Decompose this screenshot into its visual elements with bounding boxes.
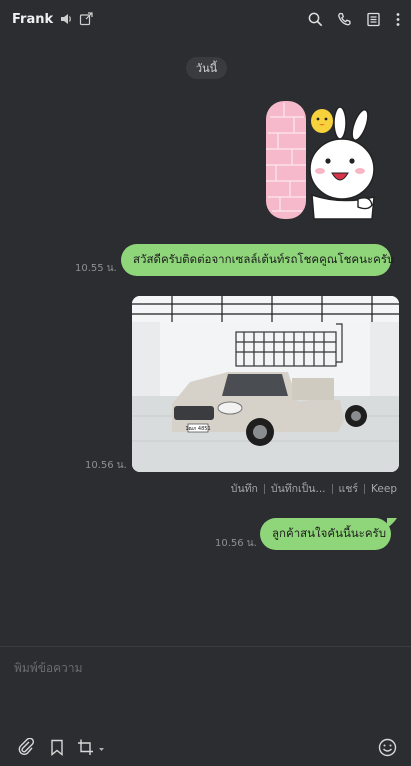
chat-title[interactable]: Frank: [12, 12, 53, 27]
outgoing-message[interactable]: ลูกค้าสนใจคันนี้นะครับ: [260, 518, 391, 550]
notes-icon[interactable]: [366, 12, 381, 27]
search-icon[interactable]: [308, 12, 323, 27]
crop-icon[interactable]: [76, 737, 108, 757]
cony-sticker[interactable]: [264, 99, 376, 223]
bookmark-icon[interactable]: [47, 737, 67, 757]
truck-photo[interactable]: 1ฒภ 4851: [132, 296, 399, 472]
attach-icon[interactable]: [16, 737, 36, 757]
bubble-tail: [387, 518, 397, 528]
image-actions: บันทึก บันทึกเป็น... แชร์ Keep: [231, 480, 397, 497]
save-as-button[interactable]: บันทึกเป็น...: [271, 480, 326, 497]
license-plate: 1ฒภ 4851: [185, 426, 210, 432]
share-button[interactable]: แชร์: [339, 480, 359, 497]
composer-toolbar: [0, 734, 411, 762]
external-link-icon[interactable]: [79, 12, 93, 26]
message-time: 10.56 น.: [215, 538, 257, 549]
message-text: สวัสดีครับติดต่อจากเซลล์เต้นท์รถโชคคูณโช…: [133, 252, 395, 266]
message-time: 10.56 น.: [85, 460, 127, 471]
message-time: 10.55 น.: [75, 263, 117, 274]
message-text: ลูกค้าสนใจคันนี้นะครับ: [272, 526, 387, 540]
message-input[interactable]: [14, 658, 394, 678]
divider: [263, 483, 265, 494]
save-button[interactable]: บันทึก: [231, 480, 258, 497]
composer-divider: [0, 646, 411, 647]
phone-icon[interactable]: [337, 12, 352, 27]
outgoing-message[interactable]: สวัสดีครับติดต่อจากเซลล์เต้นท์รถโชคคูณโช…: [121, 244, 395, 276]
speaker-icon[interactable]: [59, 12, 73, 26]
emoji-icon[interactable]: [377, 737, 397, 757]
keep-button[interactable]: Keep: [371, 483, 397, 495]
chat-header: Frank: [0, 0, 411, 38]
divider: [331, 483, 333, 494]
more-icon[interactable]: [395, 12, 401, 27]
divider: [364, 483, 366, 494]
date-separator: วันนี้: [186, 57, 227, 79]
